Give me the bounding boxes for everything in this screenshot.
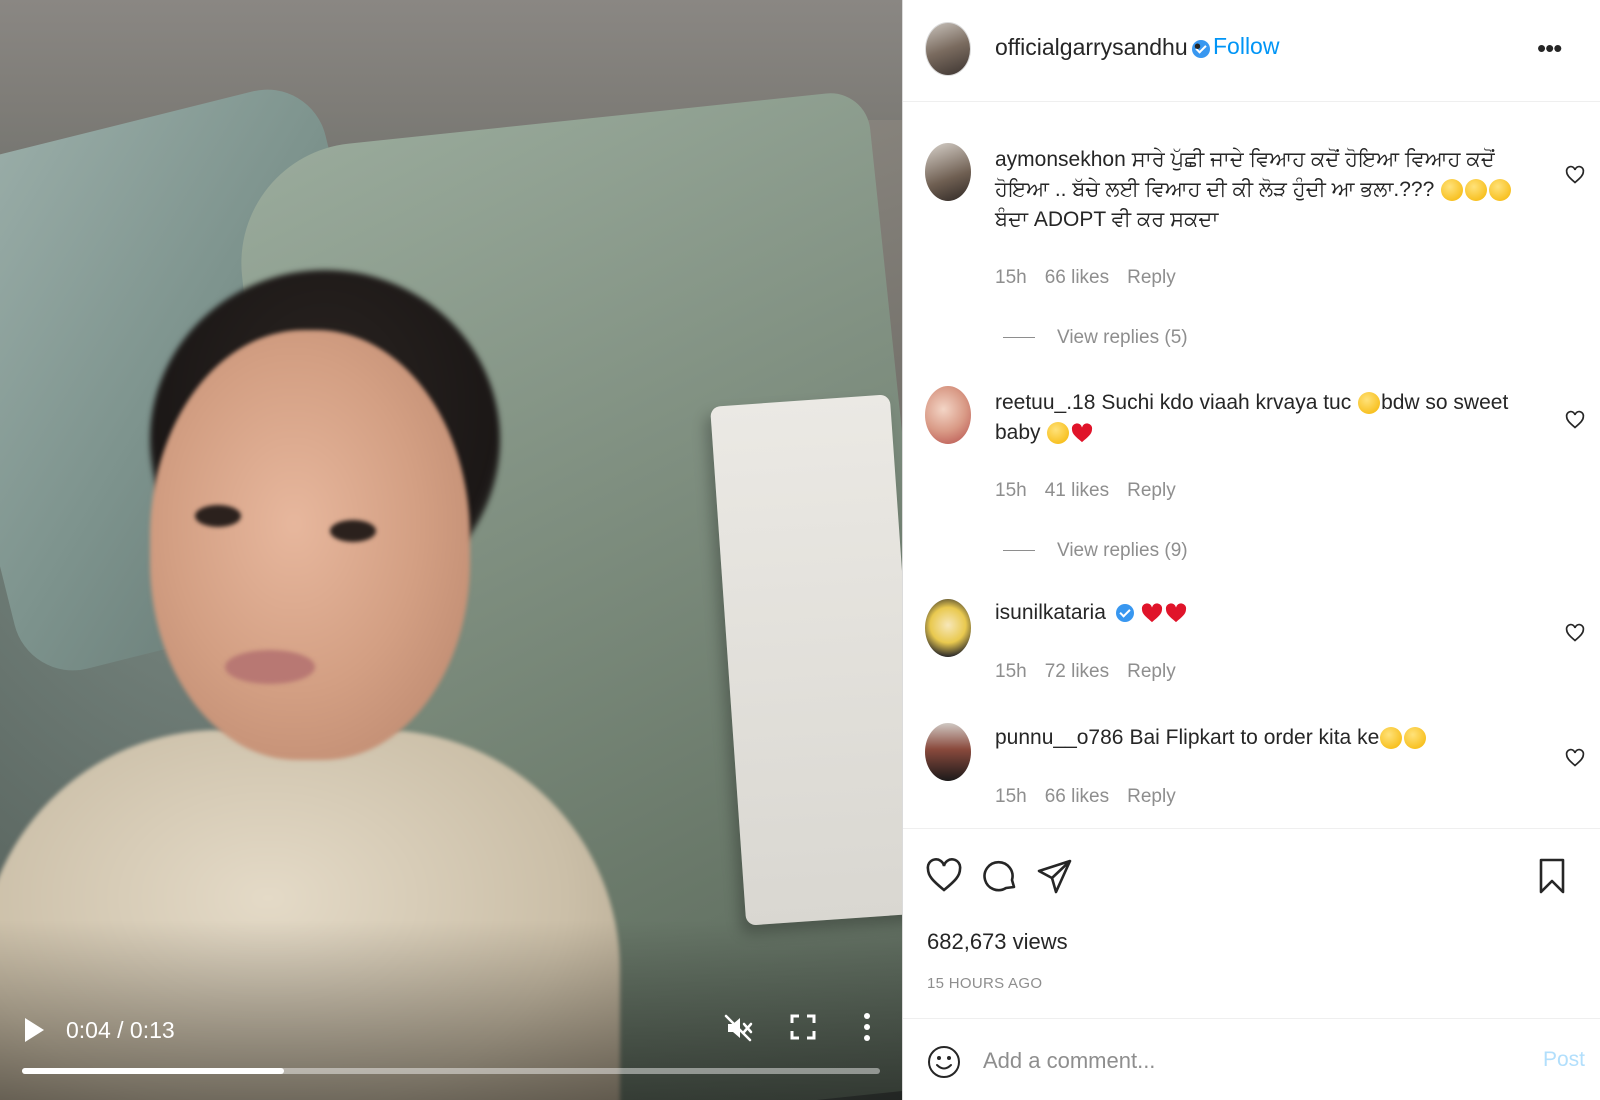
- post-timestamp: 15 HOURS AGO: [927, 975, 1043, 992]
- comment-username[interactable]: punnu__o786: [995, 726, 1123, 749]
- post-button[interactable]: Post: [1543, 1048, 1585, 1072]
- post-side-panel: officialgarrysandhu • Follow ••• aymonse…: [902, 0, 1600, 1100]
- comment-username[interactable]: reetuu_.18: [995, 391, 1095, 414]
- comment-input[interactable]: [983, 1043, 1503, 1079]
- avatar[interactable]: [925, 723, 971, 781]
- comment-meta: 15h 66 likes Reply: [995, 267, 1194, 289]
- comment-time: 15h: [995, 661, 1027, 682]
- heart-icon[interactable]: [1565, 165, 1585, 185]
- comment-time: 15h: [995, 786, 1027, 807]
- bookmark-icon[interactable]: [1533, 857, 1571, 895]
- comment-composer: Post: [903, 1018, 1600, 1100]
- laughing-emoji-icon: [1404, 727, 1427, 750]
- username-text: officialgarrysandhu: [995, 34, 1188, 60]
- red-heart-icon: [1141, 603, 1162, 623]
- reply-button[interactable]: Reply: [1127, 480, 1176, 501]
- comment-time: 15h: [995, 480, 1027, 501]
- video-controls: 0:04 / 0:13: [0, 1002, 902, 1062]
- kiss-emoji-icon: [1047, 422, 1070, 445]
- comment-username[interactable]: isunilkataria: [995, 601, 1106, 624]
- fullscreen-icon[interactable]: [790, 1014, 816, 1040]
- comment-text: punnu__o786 Bai Flipkart to order kita ke: [995, 723, 1535, 753]
- view-replies-button[interactable]: View replies (5): [1003, 327, 1188, 349]
- comment-likes[interactable]: 66 likes: [1045, 786, 1109, 807]
- laughing-emoji-icon: [1465, 179, 1488, 202]
- comment-meta: 15h 72 likes Reply: [995, 661, 1194, 683]
- avatar[interactable]: [925, 599, 971, 657]
- laughing-emoji-icon: [1441, 179, 1464, 202]
- comment-likes[interactable]: 72 likes: [1045, 661, 1109, 682]
- more-options-icon[interactable]: •••: [1537, 35, 1562, 61]
- smiley-icon[interactable]: [927, 1045, 961, 1079]
- post-actions: 682,673 views 15 HOURS AGO: [903, 828, 1600, 1018]
- comment-likes[interactable]: 41 likes: [1045, 480, 1109, 501]
- video-baby-eye: [330, 520, 376, 542]
- separator-dot: •: [1194, 36, 1202, 58]
- avatar[interactable]: [925, 143, 971, 201]
- comment-body: Suchi kdo viaah krvaya tuc: [1101, 391, 1352, 414]
- comment-meta: 15h 66 likes Reply: [995, 786, 1194, 808]
- heart-icon[interactable]: [1565, 748, 1585, 768]
- laughing-emoji-icon: [1489, 179, 1512, 202]
- view-replies-button[interactable]: View replies (9): [1003, 540, 1188, 562]
- video-progress-bar[interactable]: [22, 1068, 880, 1074]
- more-vertical-icon[interactable]: [862, 1012, 872, 1042]
- heart-icon[interactable]: [925, 857, 963, 895]
- heart-icon[interactable]: [1565, 623, 1585, 643]
- heart-icon[interactable]: [1565, 410, 1585, 430]
- mute-icon[interactable]: [722, 1012, 754, 1044]
- reply-button[interactable]: Reply: [1127, 661, 1176, 682]
- video-baby-eye: [195, 505, 241, 527]
- reply-button[interactable]: Reply: [1127, 786, 1176, 807]
- comment-icon[interactable]: [981, 857, 1019, 895]
- reply-button[interactable]: Reply: [1127, 267, 1176, 288]
- red-heart-icon: [1165, 603, 1186, 623]
- video-player[interactable]: 0:04 / 0:13: [0, 0, 902, 1100]
- share-icon[interactable]: [1036, 857, 1074, 895]
- video-baby-mouth: [225, 650, 315, 684]
- comment-body: ਬੰਦਾ ADOPT ਵੀ ਕਰ ਸਕਦਾ: [995, 208, 1219, 231]
- avatar[interactable]: [925, 22, 971, 76]
- sad-emoji-icon: [1358, 392, 1381, 415]
- verified-badge-icon: [1115, 604, 1134, 623]
- comment-text: aymonsekhon ਸਾਰੇ ਪੁੱਛੀ ਜਾਦੇ ਵਿਆਹ ਕਦੋਂ ਹੋਇ…: [995, 145, 1535, 235]
- video-time: 0:04 / 0:13: [66, 1017, 175, 1043]
- post-header: officialgarrysandhu • Follow •••: [903, 0, 1600, 102]
- comment-time: 15h: [995, 267, 1027, 288]
- laughing-emoji-icon: [1380, 727, 1403, 750]
- comment-text: reetuu_.18 Suchi kdo viaah krvaya tuc bdw…: [995, 388, 1535, 448]
- post-author-username[interactable]: officialgarrysandhu: [995, 34, 1210, 61]
- view-count[interactable]: 682,673 views: [927, 929, 1068, 955]
- video-progress-fill: [22, 1068, 284, 1074]
- play-icon[interactable]: [22, 1016, 46, 1044]
- follow-button[interactable]: Follow: [1213, 33, 1279, 60]
- avatar[interactable]: [925, 386, 971, 444]
- red-heart-icon: [1072, 423, 1093, 443]
- comment-likes[interactable]: 66 likes: [1045, 267, 1109, 288]
- video-baby-face: [150, 330, 470, 760]
- comments-list[interactable]: aymonsekhon ਸਾਰੇ ਪੁੱਛੀ ਜਾਦੇ ਵਿਆਹ ਕਦੋਂ ਹੋਇ…: [903, 103, 1600, 825]
- comment-body: Bai Flipkart to order kita ke: [1129, 726, 1380, 749]
- comment-meta: 15h 41 likes Reply: [995, 480, 1194, 502]
- comment-username[interactable]: aymonsekhon: [995, 148, 1126, 171]
- comment-text: isunilkataria: [995, 598, 1535, 628]
